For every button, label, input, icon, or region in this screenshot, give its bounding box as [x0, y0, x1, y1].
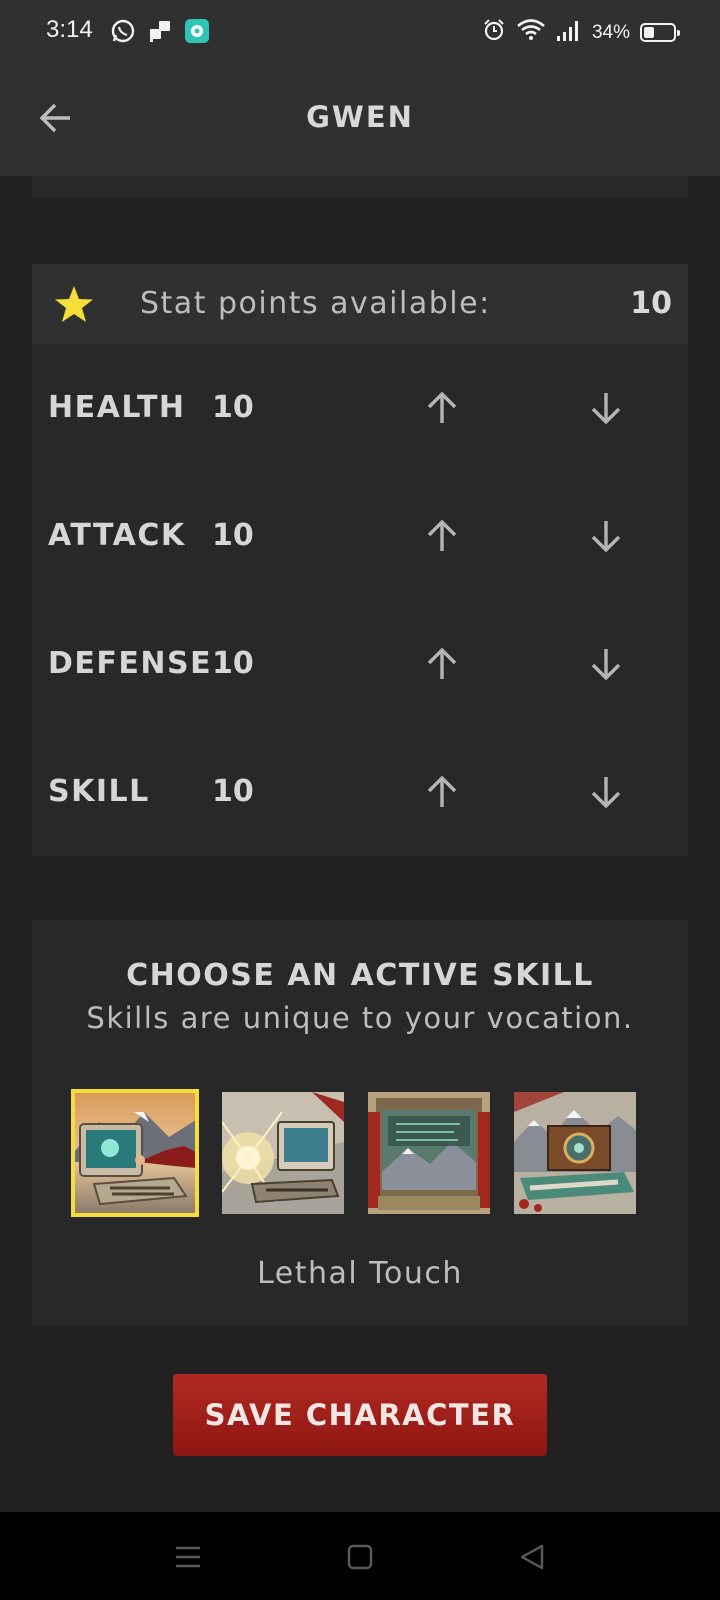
- stat-row-attack: ATTACK 10: [32, 472, 688, 600]
- stats-card: Stat points available: 10 HEALTH 10 ATTA…: [32, 264, 688, 856]
- decrease-health-button[interactable]: [582, 384, 630, 432]
- stat-name: HEALTH: [48, 390, 186, 425]
- back-triangle-icon: [520, 1544, 544, 1570]
- alarm-icon: [482, 18, 506, 47]
- skill-option-1[interactable]: [71, 1089, 199, 1217]
- stat-value: 10: [212, 646, 254, 681]
- stat-row-skill: SKILL 10: [32, 728, 688, 856]
- wifi-icon: [516, 18, 546, 47]
- app-bar: GWEN: [0, 62, 720, 176]
- battery-icon: [640, 23, 680, 42]
- stat-points-row: Stat points available: 10: [32, 264, 688, 344]
- stat-row-defense: DEFENSE 10: [32, 600, 688, 728]
- skill-card: CHOOSE AN ACTIVE SKILL Skills are unique…: [32, 920, 688, 1326]
- app-icon: [184, 18, 210, 49]
- menu-icon: [176, 1546, 200, 1568]
- skill-option-3[interactable]: [368, 1092, 490, 1214]
- decrease-attack-button[interactable]: [582, 512, 630, 560]
- battery-percentage: 34%: [591, 21, 630, 43]
- stat-points-label: Stat points available:: [140, 286, 491, 321]
- skill-image-computer-mountains: [514, 1092, 636, 1214]
- arrow-up-icon: [427, 647, 457, 679]
- arrow-up-icon: [427, 391, 457, 423]
- stat-name: SKILL: [48, 774, 150, 809]
- status-time: 3:14: [46, 16, 93, 43]
- increase-skill-button[interactable]: [418, 768, 466, 816]
- increase-defense-button[interactable]: [418, 640, 466, 688]
- skill-section-subtitle: Skills are unique to your vocation.: [86, 1001, 634, 1035]
- skill-image-computer-burst: [222, 1092, 344, 1214]
- decrease-defense-button[interactable]: [582, 640, 630, 688]
- stat-value: 10: [212, 774, 254, 809]
- arrow-down-icon: [591, 777, 621, 809]
- status-left-icons: [110, 18, 210, 49]
- arrow-down-icon: [591, 393, 621, 425]
- home-square-icon: [347, 1544, 373, 1570]
- system-back-button[interactable]: [512, 1540, 552, 1574]
- status-right-icons: 34%: [482, 18, 680, 47]
- save-character-button[interactable]: SAVE CHARACTER: [173, 1374, 547, 1456]
- increase-health-button[interactable]: [418, 384, 466, 432]
- whatsapp-icon: [110, 18, 136, 49]
- signal-icon: [556, 18, 582, 47]
- stat-name: DEFENSE: [48, 646, 213, 681]
- arrow-down-icon: [591, 521, 621, 553]
- battery-level: [644, 27, 654, 38]
- skill-option-2[interactable]: [222, 1092, 344, 1214]
- status-bar: 3:14 34%: [0, 0, 720, 62]
- stat-value: 10: [212, 518, 254, 553]
- increase-attack-button[interactable]: [418, 512, 466, 560]
- message-icon: [148, 19, 172, 48]
- skill-image-ornate-frame: [368, 1092, 490, 1214]
- previous-card-edge: [32, 176, 688, 198]
- star-icon: [55, 286, 93, 322]
- skill-section-title: CHOOSE AN ACTIVE SKILL: [126, 958, 594, 993]
- arrow-up-icon: [427, 519, 457, 551]
- recent-apps-button[interactable]: [168, 1540, 208, 1574]
- stat-points-value: 10: [630, 286, 672, 321]
- home-button[interactable]: [340, 1540, 380, 1574]
- skill-option-4[interactable]: [514, 1092, 636, 1214]
- arrow-up-icon: [427, 775, 457, 807]
- decrease-skill-button[interactable]: [582, 768, 630, 816]
- stat-value: 10: [212, 390, 254, 425]
- system-navigation-bar: [0, 1512, 720, 1600]
- skill-image-computer-touch: [74, 1092, 196, 1214]
- page-title: GWEN: [306, 100, 414, 134]
- stat-name: ATTACK: [48, 518, 186, 553]
- selected-skill-name: Lethal Touch: [257, 1256, 463, 1291]
- arrow-down-icon: [591, 649, 621, 681]
- stat-row-health: HEALTH 10: [32, 344, 688, 472]
